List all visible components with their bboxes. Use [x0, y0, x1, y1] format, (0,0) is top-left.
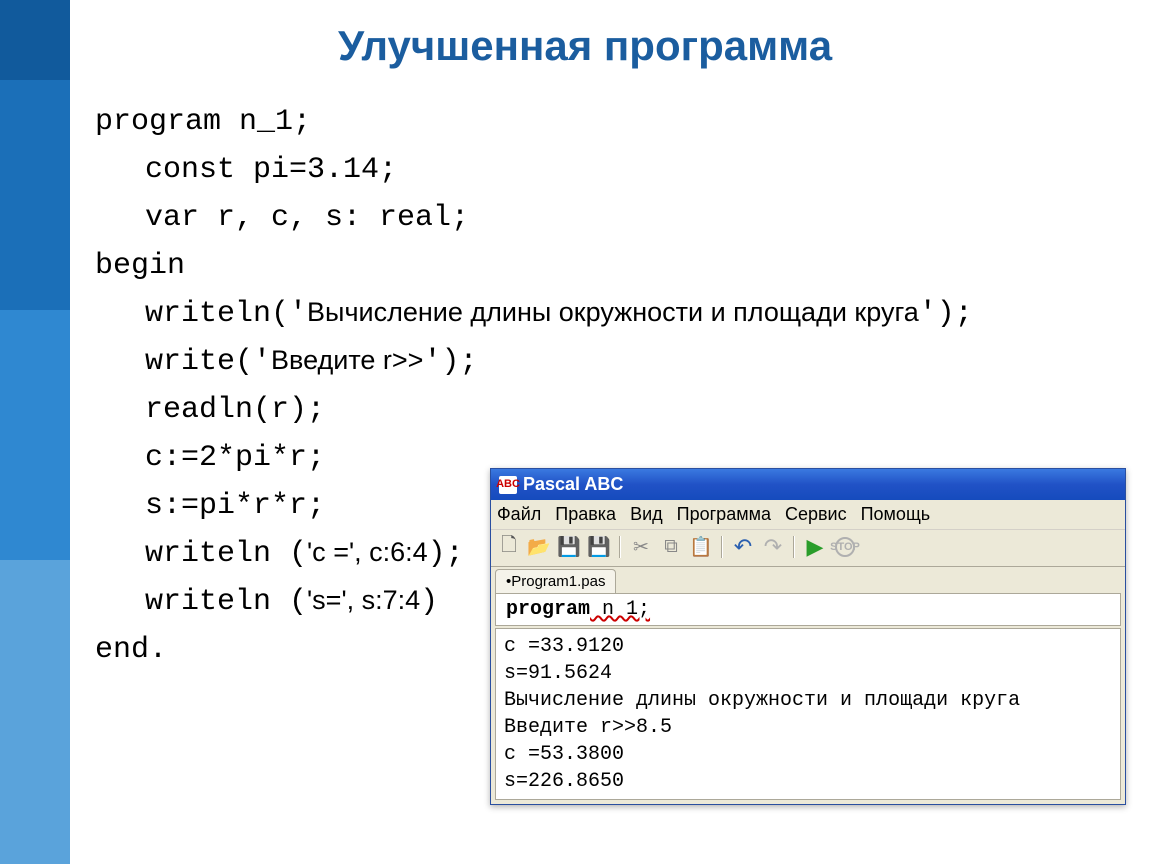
toolbar: 🗋 📂 💾 💾 ✂ ⧉ 📋 ↶ ↷ ▶ STOP	[491, 529, 1125, 567]
copy-button[interactable]: ⧉	[657, 534, 685, 560]
save-button[interactable]: 💾	[555, 534, 583, 560]
new-file-button[interactable]: 🗋	[495, 534, 523, 560]
editor-tab[interactable]: •Program1.pas	[495, 569, 616, 593]
stop-icon: STOP	[835, 537, 855, 557]
stop-button[interactable]: STOP	[831, 534, 859, 560]
slide-title: Улучшенная программа	[95, 22, 1075, 70]
editor-tabbar: •Program1.pas	[491, 567, 1125, 593]
code-line: const pi=3.14;	[95, 146, 1105, 194]
toolbar-separator	[619, 536, 621, 558]
left-accent-stripe	[0, 0, 70, 864]
open-file-button[interactable]: 📂	[525, 534, 553, 560]
code-line: var r, c, s: real;	[95, 194, 1105, 242]
menu-edit[interactable]: Правка	[555, 504, 616, 525]
clipboard-icon: 📋	[689, 535, 713, 559]
code-line: program n_1;	[95, 98, 1105, 146]
window-titlebar[interactable]: ABC Pascal ABC	[491, 469, 1125, 500]
paste-button[interactable]: 📋	[687, 534, 715, 560]
pascal-abc-window: ABC Pascal ABC Файл Правка Вид Программа…	[490, 468, 1126, 805]
code-line: write('Введите r>>');	[95, 338, 1105, 386]
menu-program[interactable]: Программа	[677, 504, 771, 525]
menu-service[interactable]: Сервис	[785, 504, 847, 525]
code-line: writeln('Вычисление длины окружности и п…	[95, 290, 1105, 338]
code-line: readln(r);	[95, 386, 1105, 434]
redo-button[interactable]: ↷	[759, 534, 787, 560]
cut-button[interactable]: ✂	[627, 534, 655, 560]
code-editor[interactable]: program n 1;	[495, 593, 1121, 626]
scissors-icon: ✂	[633, 536, 649, 559]
undo-icon: ↶	[734, 534, 752, 560]
code-line: begin	[95, 242, 1105, 290]
editor-text: n 1;	[590, 598, 650, 621]
window-title: Pascal ABC	[523, 474, 623, 495]
run-button[interactable]: ▶	[801, 534, 829, 560]
menu-help[interactable]: Помощь	[861, 504, 931, 525]
floppy-stack-icon: 💾	[587, 535, 611, 559]
program-output: c =33.9120 s=91.5624 Вычисление длины ок…	[495, 628, 1121, 800]
toolbar-separator	[793, 536, 795, 558]
undo-button[interactable]: ↶	[729, 534, 757, 560]
play-icon: ▶	[807, 534, 824, 560]
menu-view[interactable]: Вид	[630, 504, 663, 525]
menubar: Файл Правка Вид Программа Сервис Помощь	[491, 500, 1125, 529]
open-folder-icon: 📂	[527, 535, 551, 559]
redo-icon: ↷	[764, 534, 782, 560]
app-icon: ABC	[499, 476, 517, 494]
toolbar-separator	[721, 536, 723, 558]
editor-keyword: program	[506, 598, 590, 621]
copy-icon: ⧉	[664, 536, 678, 558]
new-file-icon: 🗋	[501, 531, 516, 563]
menu-file[interactable]: Файл	[497, 504, 541, 525]
save-all-button[interactable]: 💾	[585, 534, 613, 560]
floppy-icon: 💾	[557, 535, 581, 559]
